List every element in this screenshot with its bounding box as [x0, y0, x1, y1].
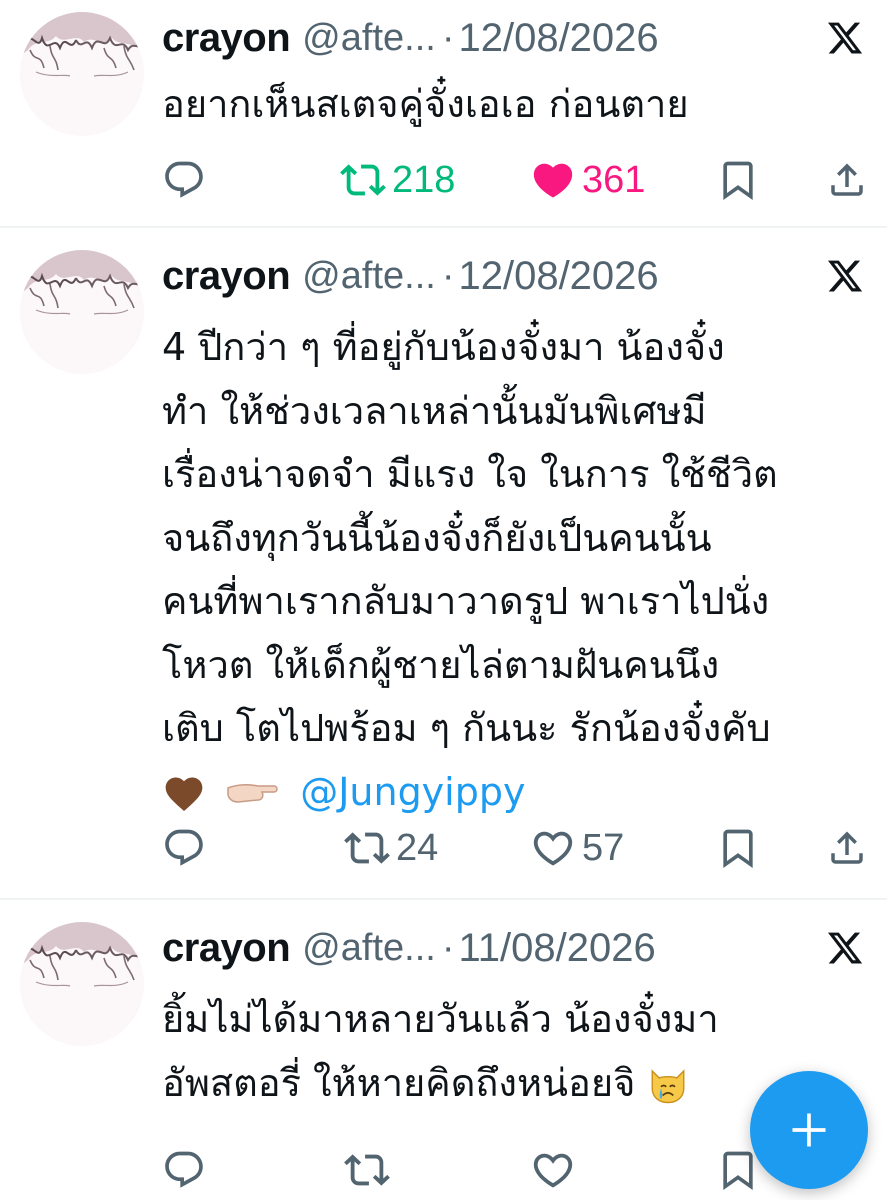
share-button[interactable]	[826, 818, 868, 878]
reply-icon	[162, 1148, 206, 1192]
repost-count: 24	[396, 826, 439, 869]
like-button[interactable]: 361	[530, 150, 645, 210]
share-icon	[826, 827, 868, 869]
display-name[interactable]: crayon	[162, 16, 291, 61]
x-logo-icon	[826, 19, 864, 57]
avatar-image	[20, 250, 144, 374]
separator-dot: ·	[441, 16, 455, 59]
tweet-header: crayon @afte... · 12/08/2026	[162, 248, 659, 304]
tweet-text-line: ยิ้มไม่ได้มาหลายวันแล้ว น้องจั๋งมา	[162, 997, 719, 1041]
pointing-hand-emoji-icon	[227, 783, 278, 803]
bookmark-icon	[716, 158, 760, 202]
tweet-text: 4 ปีกว่า ๆ ที่อยู่กับน้องจั๋งมา น้องจั๋ง…	[162, 316, 778, 824]
tweet-text-line: โหวต ให้เด็กผู้ชายไล่ตามฝันคนนึง	[162, 642, 720, 687]
bookmark-button[interactable]	[716, 818, 760, 878]
tweet-text-line: อัพสตอรี่ ให้หายคิดถึงหน่อยจิ	[162, 1060, 636, 1105]
tweet-text: อยากเห็นสเตจคู่จั๋งเอเอ ก่อนตาย	[162, 73, 689, 137]
bookmark-icon	[716, 826, 760, 870]
reply-button[interactable]	[162, 1140, 206, 1200]
separator-dot: ·	[441, 926, 455, 969]
heart-icon	[530, 825, 576, 871]
repost-button[interactable]	[344, 1140, 390, 1200]
bookmark-button[interactable]	[716, 150, 760, 210]
user-handle[interactable]: @afte...	[302, 255, 436, 298]
tweet-text-line: อยากเห็นสเตจคู่จั๋งเอเอ ก่อนตาย	[162, 82, 689, 126]
share-button[interactable]	[826, 150, 868, 210]
share-icon	[826, 159, 868, 201]
tweet-text-line: 4 ปีกว่า ๆ ที่อยู่กับน้องจั๋งมา น้องจั๋ง	[162, 325, 725, 369]
display-name[interactable]: crayon	[162, 926, 291, 971]
tweet-date[interactable]: 11/08/2026	[458, 926, 655, 971]
plus-icon	[792, 1113, 826, 1147]
avatar[interactable]	[20, 12, 144, 136]
display-name[interactable]: crayon	[162, 254, 291, 299]
avatar-image	[20, 12, 144, 136]
brown-heart-emoji-icon	[165, 777, 203, 812]
divider	[0, 226, 887, 228]
avatar[interactable]	[20, 250, 144, 374]
action-bar: 24 57	[0, 818, 887, 878]
avatar-image	[20, 922, 144, 1046]
tweet-header: crayon @afte... · 11/08/2026	[162, 920, 656, 976]
tweet-text-line-emoji: อัพสตอรี่ ให้หายคิดถึงหน่อยจิ	[162, 1052, 719, 1116]
bookmark-icon	[716, 1148, 760, 1192]
mention-link[interactable]: @Jungyippy	[300, 770, 525, 814]
tweet-2[interactable]: crayon @afte... · 12/08/2026 4 ปีกว่า ๆ …	[0, 238, 887, 898]
tweet-1[interactable]: crayon @afte... · 12/08/2026 อยากเห็นสเต…	[0, 0, 887, 226]
compose-button[interactable]	[750, 1071, 868, 1189]
heart-filled-icon	[530, 157, 576, 203]
repost-button[interactable]: 24	[344, 818, 438, 878]
tweet-date[interactable]: 12/08/2026	[458, 16, 658, 61]
avatar[interactable]	[20, 922, 144, 1046]
user-handle[interactable]: @afte...	[302, 927, 436, 970]
tweet-text-line: เติบ โตไปพร้อม ๆ กันนะ รักน้องจั๋งคับ	[162, 706, 771, 750]
like-count: 361	[582, 158, 646, 201]
like-button[interactable]	[530, 1140, 576, 1200]
repost-button[interactable]: 218	[340, 150, 455, 210]
x-logo-icon	[826, 929, 864, 967]
reply-button[interactable]	[162, 818, 206, 878]
tweet-3[interactable]: crayon @afte... · 11/08/2026 ยิ้มไม่ได้ม…	[0, 910, 887, 1200]
reply-icon	[162, 826, 206, 870]
repost-count: 218	[392, 158, 456, 201]
repost-icon	[340, 157, 386, 203]
tweet-text-line: เรื่องน่าจดจำ มีแรง ใจ ในการ ใช้ชีวิต	[162, 452, 778, 496]
user-handle[interactable]: @afte...	[302, 17, 436, 60]
tweet-text-line: จนถึงทุกวันนี้น้องจั๋งก็ยังเป็นคนนั้น	[162, 515, 712, 560]
like-button[interactable]: 57	[530, 818, 624, 878]
repost-icon	[344, 825, 390, 871]
tweet-text: ยิ้มไม่ได้มาหลายวันแล้ว น้องจั๋งมา อัพสต…	[162, 988, 719, 1115]
separator-dot: ·	[441, 254, 455, 297]
tweet-date[interactable]: 12/08/2026	[458, 254, 658, 299]
tweet-header: crayon @afte... · 12/08/2026	[162, 10, 659, 66]
heart-icon	[530, 1147, 576, 1193]
tweet-text-line-emoji: @Jungyippy	[162, 761, 778, 825]
crying-cat-emoji-icon	[652, 1069, 685, 1104]
divider	[0, 898, 887, 900]
tweet-text-line: ทำ ให้ช่วงเวลาเหล่านั้นมันพิเศษมี	[162, 388, 707, 433]
reply-button[interactable]	[162, 150, 206, 210]
tweet-text-line: คนที่พาเรากลับมาวาดรูป พาเราไปนั่ง	[162, 579, 770, 623]
action-bar: 218 361	[0, 150, 887, 210]
x-logo-icon	[826, 257, 864, 295]
repost-icon	[344, 1147, 390, 1193]
like-count: 57	[582, 826, 625, 869]
reply-icon	[162, 158, 206, 202]
